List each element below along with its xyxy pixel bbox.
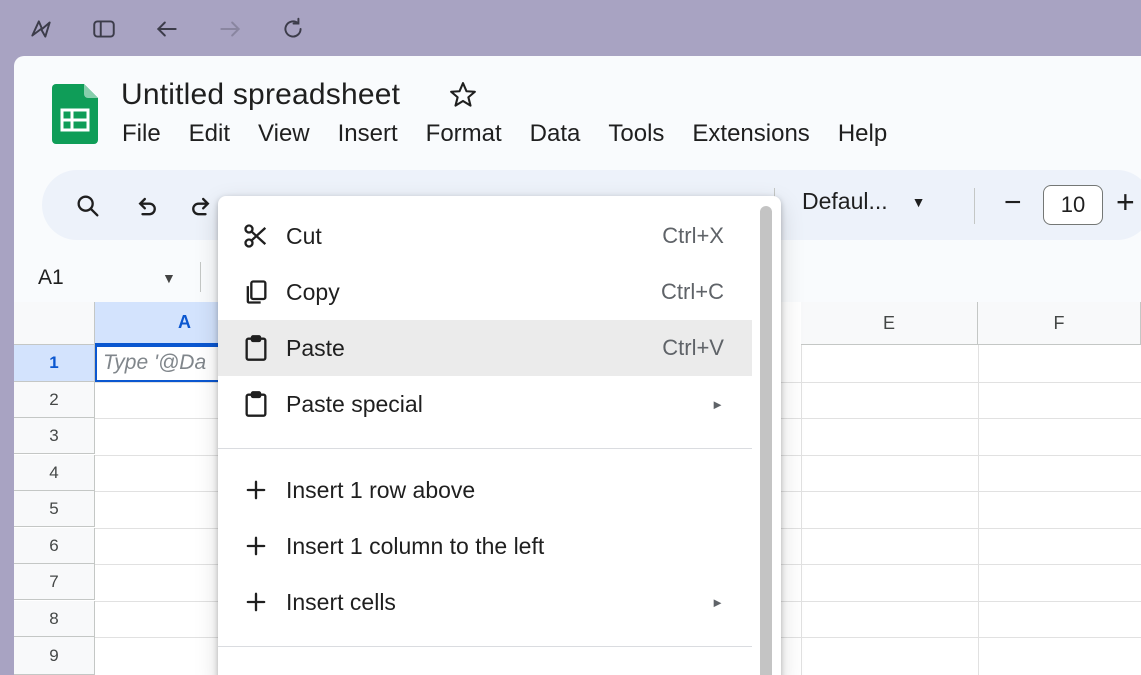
row-header-1[interactable]: 1 <box>14 345 95 382</box>
name-box[interactable]: A1 <box>38 266 64 290</box>
font-size-input[interactable]: 10 <box>1043 185 1103 225</box>
toolbar-separator <box>974 188 975 224</box>
menu-item-label: Insert 1 row above <box>286 476 476 503</box>
menu-data[interactable]: Data <box>516 120 595 148</box>
plus-icon <box>242 532 270 560</box>
menu-item-paste[interactable]: Paste Ctrl+V <box>218 320 752 376</box>
menu-item-shortcut: Ctrl+V <box>662 335 724 360</box>
row-header-4[interactable]: 4 <box>14 455 95 491</box>
menu-item-copy[interactable]: Copy Ctrl+C <box>218 264 752 320</box>
row-header-8[interactable]: 8 <box>14 601 95 637</box>
row-header-2[interactable]: 2 <box>14 382 95 418</box>
row-header-3[interactable]: 3 <box>14 418 95 454</box>
formula-separator <box>200 262 201 292</box>
font-family-value: Defaul... <box>802 188 888 214</box>
column-header-e[interactable]: E <box>801 302 978 345</box>
menu-item-insert-cells[interactable]: Insert cells ► <box>218 574 752 630</box>
menu-item-label: Insert 1 column to the left <box>286 532 545 559</box>
sheets-logo-icon[interactable] <box>52 84 98 144</box>
row-header-9[interactable]: 9 <box>14 637 95 675</box>
grid-line <box>978 345 979 675</box>
context-menu: Cut Ctrl+X Copy Ctrl+C Paste Ctrl+V Past… <box>218 196 781 675</box>
menu-file[interactable]: File <box>108 120 175 148</box>
menu-format[interactable]: Format <box>412 120 516 148</box>
menu-insert[interactable]: Insert <box>324 120 412 148</box>
plus-icon <box>242 588 270 616</box>
menu-item-label: Insert cells <box>286 588 396 615</box>
menu-item-insert-column-left[interactable]: Insert 1 column to the left <box>218 518 752 574</box>
copy-icon <box>242 278 270 306</box>
menu-view[interactable]: View <box>244 120 324 148</box>
forward-arrow-icon[interactable] <box>213 12 247 46</box>
select-all-corner[interactable] <box>14 302 95 345</box>
back-arrow-icon[interactable] <box>150 12 184 46</box>
menu-item-paste-special[interactable]: Paste special ► <box>218 376 752 432</box>
menu-item-insert-row-above[interactable]: Insert 1 row above <box>218 462 752 518</box>
caret-down-icon: ▼ <box>911 193 926 210</box>
search-icon[interactable] <box>72 190 104 222</box>
row-header-5[interactable]: 5 <box>14 491 95 527</box>
star-icon[interactable] <box>448 80 478 110</box>
undo-icon[interactable] <box>130 190 162 222</box>
font-family-select[interactable]: Defaul... ▼ <box>802 188 926 215</box>
row-header-7[interactable]: 7 <box>14 564 95 600</box>
redo-icon[interactable] <box>186 190 218 222</box>
menu-item-cut[interactable]: Cut Ctrl+X <box>218 208 752 264</box>
menu-extensions[interactable]: Extensions <box>678 120 823 148</box>
menu-item-label: Copy <box>286 278 340 305</box>
browser-chrome <box>0 0 1141 56</box>
row-header-6[interactable]: 6 <box>14 528 95 564</box>
reload-icon[interactable] <box>276 12 310 46</box>
submenu-arrow-icon: ► <box>711 594 724 610</box>
menu-item-label: Paste <box>286 334 345 361</box>
menu-edit[interactable]: Edit <box>175 120 244 148</box>
menu-item-label: Cut <box>286 222 322 249</box>
clipboard-icon <box>242 390 270 418</box>
menu-item-shortcut: Ctrl+X <box>662 223 724 248</box>
menu-item-shortcut: Ctrl+C <box>661 279 724 304</box>
submenu-arrow-icon: ► <box>711 396 724 412</box>
caret-down-icon[interactable]: ▼ <box>162 270 176 286</box>
menu-separator <box>218 448 752 449</box>
clipboard-icon <box>242 334 270 362</box>
menu-separator <box>218 646 752 647</box>
menu-item-label: Paste special <box>286 390 423 417</box>
plus-icon <box>242 476 270 504</box>
menu-bar: File Edit View Insert Format Data Tools … <box>108 120 901 148</box>
cell-a1[interactable]: Type '@Da <box>95 345 225 382</box>
menu-help[interactable]: Help <box>824 120 901 148</box>
column-header-f[interactable]: F <box>978 302 1141 345</box>
browser-logo-icon[interactable] <box>24 12 58 46</box>
decrease-font-size-button[interactable]: − <box>1004 186 1022 220</box>
menu-scrollbar[interactable] <box>760 206 772 675</box>
scissors-icon <box>242 222 270 250</box>
sidebar-toggle-icon[interactable] <box>87 12 121 46</box>
document-title[interactable]: Untitled spreadsheet <box>121 78 400 112</box>
grid-line <box>801 345 802 675</box>
increase-font-size-button[interactable]: + <box>1116 184 1135 221</box>
menu-tools[interactable]: Tools <box>594 120 678 148</box>
